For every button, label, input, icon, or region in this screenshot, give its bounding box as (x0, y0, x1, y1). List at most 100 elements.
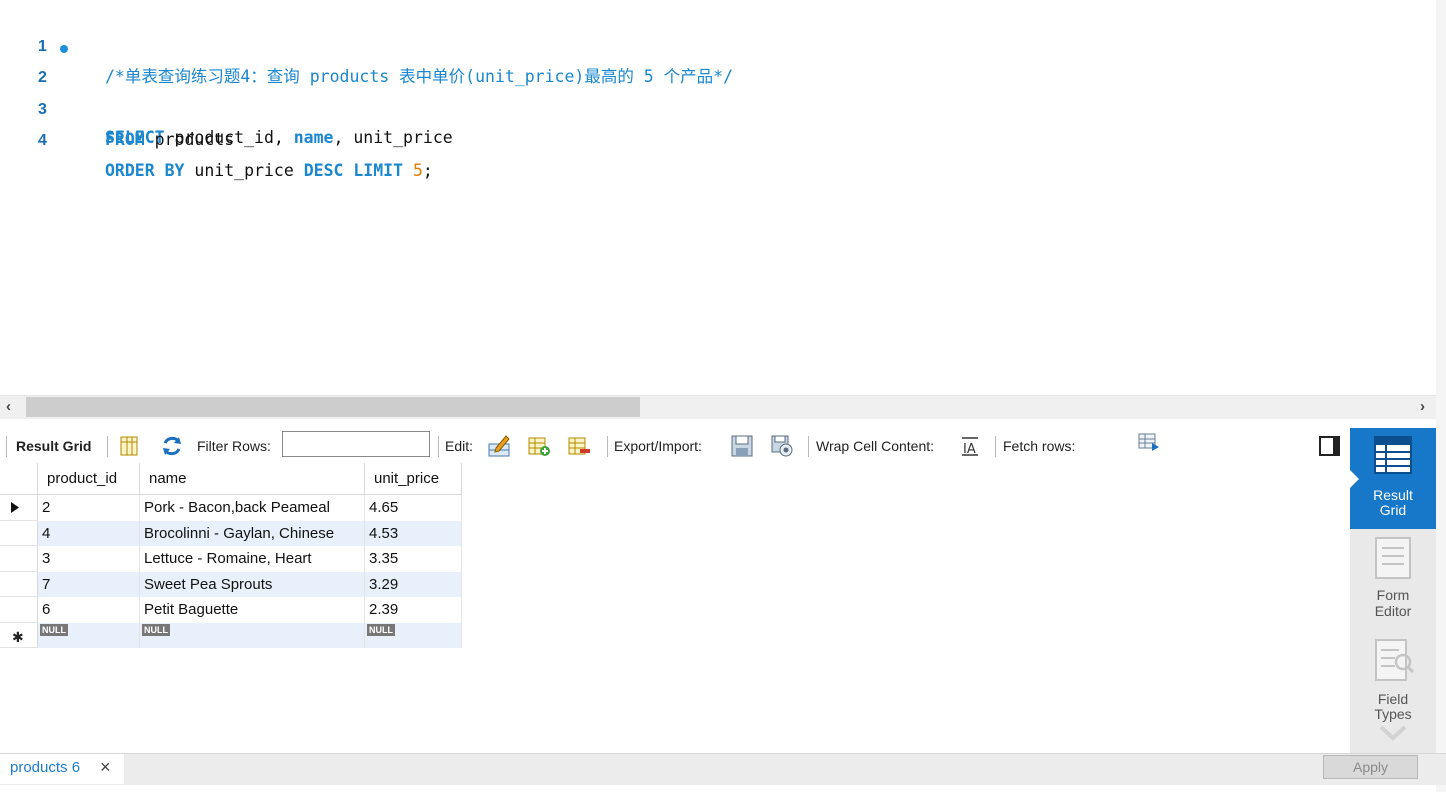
sql-keyword: ORDER BY (105, 161, 185, 180)
table-cell-unit-price[interactable]: 3.35 (365, 546, 462, 572)
table-cell-name[interactable]: Brocolinni - Gaylan, Chinese (140, 520, 365, 546)
row-header[interactable]: ✱ (0, 622, 38, 648)
separator (808, 436, 809, 457)
insert-row-icon[interactable] (527, 434, 551, 458)
close-icon[interactable]: × (100, 757, 111, 778)
toggle-panel-icon[interactable] (1318, 434, 1342, 458)
editor-line[interactable]: 1 /*单表查询练习题4：查询 products 表中单价(unit_price… (0, 2, 1446, 86)
sql-keyword: DESC LIMIT (303, 161, 404, 180)
sql-text: unit_price (184, 161, 304, 180)
result-tabs-bar: products 6 × Apply (0, 753, 1446, 785)
form-editor-label-1: Form (1376, 587, 1410, 603)
table-row[interactable]: 2 Pork - Bacon,back Peameal 4.65 (0, 495, 462, 521)
table-cell-product-id[interactable]: 7 (38, 571, 140, 597)
editor-line[interactable]: 4 ORDER BY unit_price DESC LIMIT 5; (0, 96, 1446, 180)
field-types-icon (1375, 639, 1415, 681)
toggle-columns-icon[interactable] (117, 434, 141, 458)
table-cell-unit-price[interactable]: 2.39 (365, 597, 462, 623)
chevron-down-icon[interactable] (1379, 725, 1407, 741)
separator (438, 436, 439, 457)
edit-label: Edit: (445, 438, 474, 454)
sql-number: 5 (412, 161, 423, 180)
fetch-next-rows-icon[interactable] (1137, 431, 1161, 455)
current-row-arrow-icon (11, 502, 19, 513)
form-editor-label-2: Editor (1374, 603, 1412, 619)
row-header[interactable] (0, 546, 38, 572)
field-types-tab[interactable]: Field Types (1350, 634, 1436, 741)
active-indicator (1350, 470, 1359, 488)
table-cell-name[interactable]: Lettuce - Romaine, Heart (140, 546, 365, 572)
table-row[interactable]: 4 Brocolinni - Gaylan, Chinese 4.53 (0, 520, 462, 546)
sql-text: ; (422, 161, 433, 180)
new-row-asterisk-icon: ✱ (12, 628, 24, 645)
edit-cell-icon[interactable] (487, 434, 511, 458)
delete-row-icon[interactable] (567, 434, 591, 458)
table-row[interactable]: 6 Petit Baguette 2.39 (0, 597, 462, 623)
table-row[interactable]: 7 Sweet Pea Sprouts 3.29 (0, 571, 462, 597)
null-badge: NULL (40, 623, 68, 636)
row-header[interactable] (0, 520, 38, 546)
result-toolbar: Result Grid Filter Rows: Edit: Export/Im… (0, 430, 1350, 462)
column-header-product-id[interactable]: product_id (38, 463, 140, 495)
apply-button[interactable]: Apply (1323, 755, 1418, 779)
separator (995, 436, 996, 457)
table-cell-product-id[interactable]: 6 (38, 597, 140, 623)
new-row[interactable]: ✱ NULL NULL NULL (0, 622, 462, 648)
table-cell-name[interactable]: Sweet Pea Sprouts (140, 571, 365, 597)
null-badge: NULL (142, 623, 170, 636)
separator (607, 436, 608, 457)
table-cell-product-id[interactable]: 4 (38, 520, 140, 546)
result-tab-products[interactable]: products 6 × (0, 754, 124, 784)
import-icon[interactable] (770, 434, 794, 458)
statement-marker-icon (60, 45, 68, 53)
separator (6, 436, 7, 457)
table-cell-product-id[interactable]: 3 (38, 546, 140, 572)
table-cell-product-id[interactable]: 2 (38, 495, 140, 521)
column-header-name[interactable]: name (140, 463, 365, 495)
editor-line[interactable]: 2 SELECT product_id, name, unit_price (0, 33, 1446, 147)
sql-editor[interactable]: 1 /*单表查询练习题4：查询 products 表中单价(unit_price… (0, 0, 1446, 395)
corner-header (0, 463, 38, 495)
filter-rows-label: Filter Rows: (197, 438, 271, 454)
null-badge: NULL (367, 623, 395, 636)
sql-text: products (144, 130, 235, 149)
row-header[interactable] (0, 571, 38, 597)
field-types-label-2: Types (1374, 706, 1412, 722)
window-right-edge (1436, 0, 1446, 792)
wrap-text-icon[interactable]: IA (958, 434, 982, 458)
result-side-panel: Result Grid Form Editor Field Types (1350, 428, 1436, 754)
column-header-unit-price[interactable]: unit_price (365, 463, 462, 495)
refresh-icon[interactable] (160, 434, 184, 458)
sql-keyword: FROM (105, 130, 145, 149)
wrap-cell-label: Wrap Cell Content: (816, 438, 935, 454)
field-types-label-1: Field (1377, 691, 1409, 707)
filter-rows-input[interactable] (282, 431, 430, 457)
sql-text: , unit_price (333, 128, 453, 147)
separator (107, 436, 108, 457)
scroll-left-icon[interactable]: ‹ (6, 398, 11, 415)
table-row[interactable]: 3 Lettuce - Romaine, Heart 3.35 (0, 546, 462, 572)
editor-horizontal-scrollbar[interactable]: ‹ › (0, 395, 1446, 419)
row-header[interactable] (0, 495, 38, 521)
line-number: 4 (38, 132, 47, 149)
scrollbar-thumb[interactable] (26, 397, 640, 417)
form-editor-tab[interactable]: Form Editor (1350, 532, 1436, 632)
fetch-rows-label: Fetch rows: (1003, 438, 1076, 454)
result-grid-tab-label-1: Result (1373, 487, 1413, 503)
result-grid-tab-label-2: Grid (1379, 502, 1407, 518)
editor-line[interactable]: 3 FROM products (0, 65, 1446, 149)
table-cell-unit-price[interactable]: 4.53 (365, 520, 462, 546)
null-cell[interactable]: NULL (38, 622, 140, 648)
result-grid-tab[interactable]: Result Grid (1350, 428, 1436, 529)
scroll-right-icon[interactable]: › (1420, 398, 1425, 415)
result-tab-label: products 6 (10, 759, 81, 776)
table-cell-unit-price[interactable]: 4.65 (365, 495, 462, 521)
table-cell-name[interactable]: Pork - Bacon,back Peameal (140, 495, 365, 521)
row-header[interactable] (0, 597, 38, 623)
null-cell[interactable]: NULL (365, 622, 462, 648)
table-cell-unit-price[interactable]: 3.29 (365, 571, 462, 597)
null-cell[interactable]: NULL (140, 622, 365, 648)
table-cell-name[interactable]: Petit Baguette (140, 597, 365, 623)
export-icon[interactable] (730, 434, 754, 458)
